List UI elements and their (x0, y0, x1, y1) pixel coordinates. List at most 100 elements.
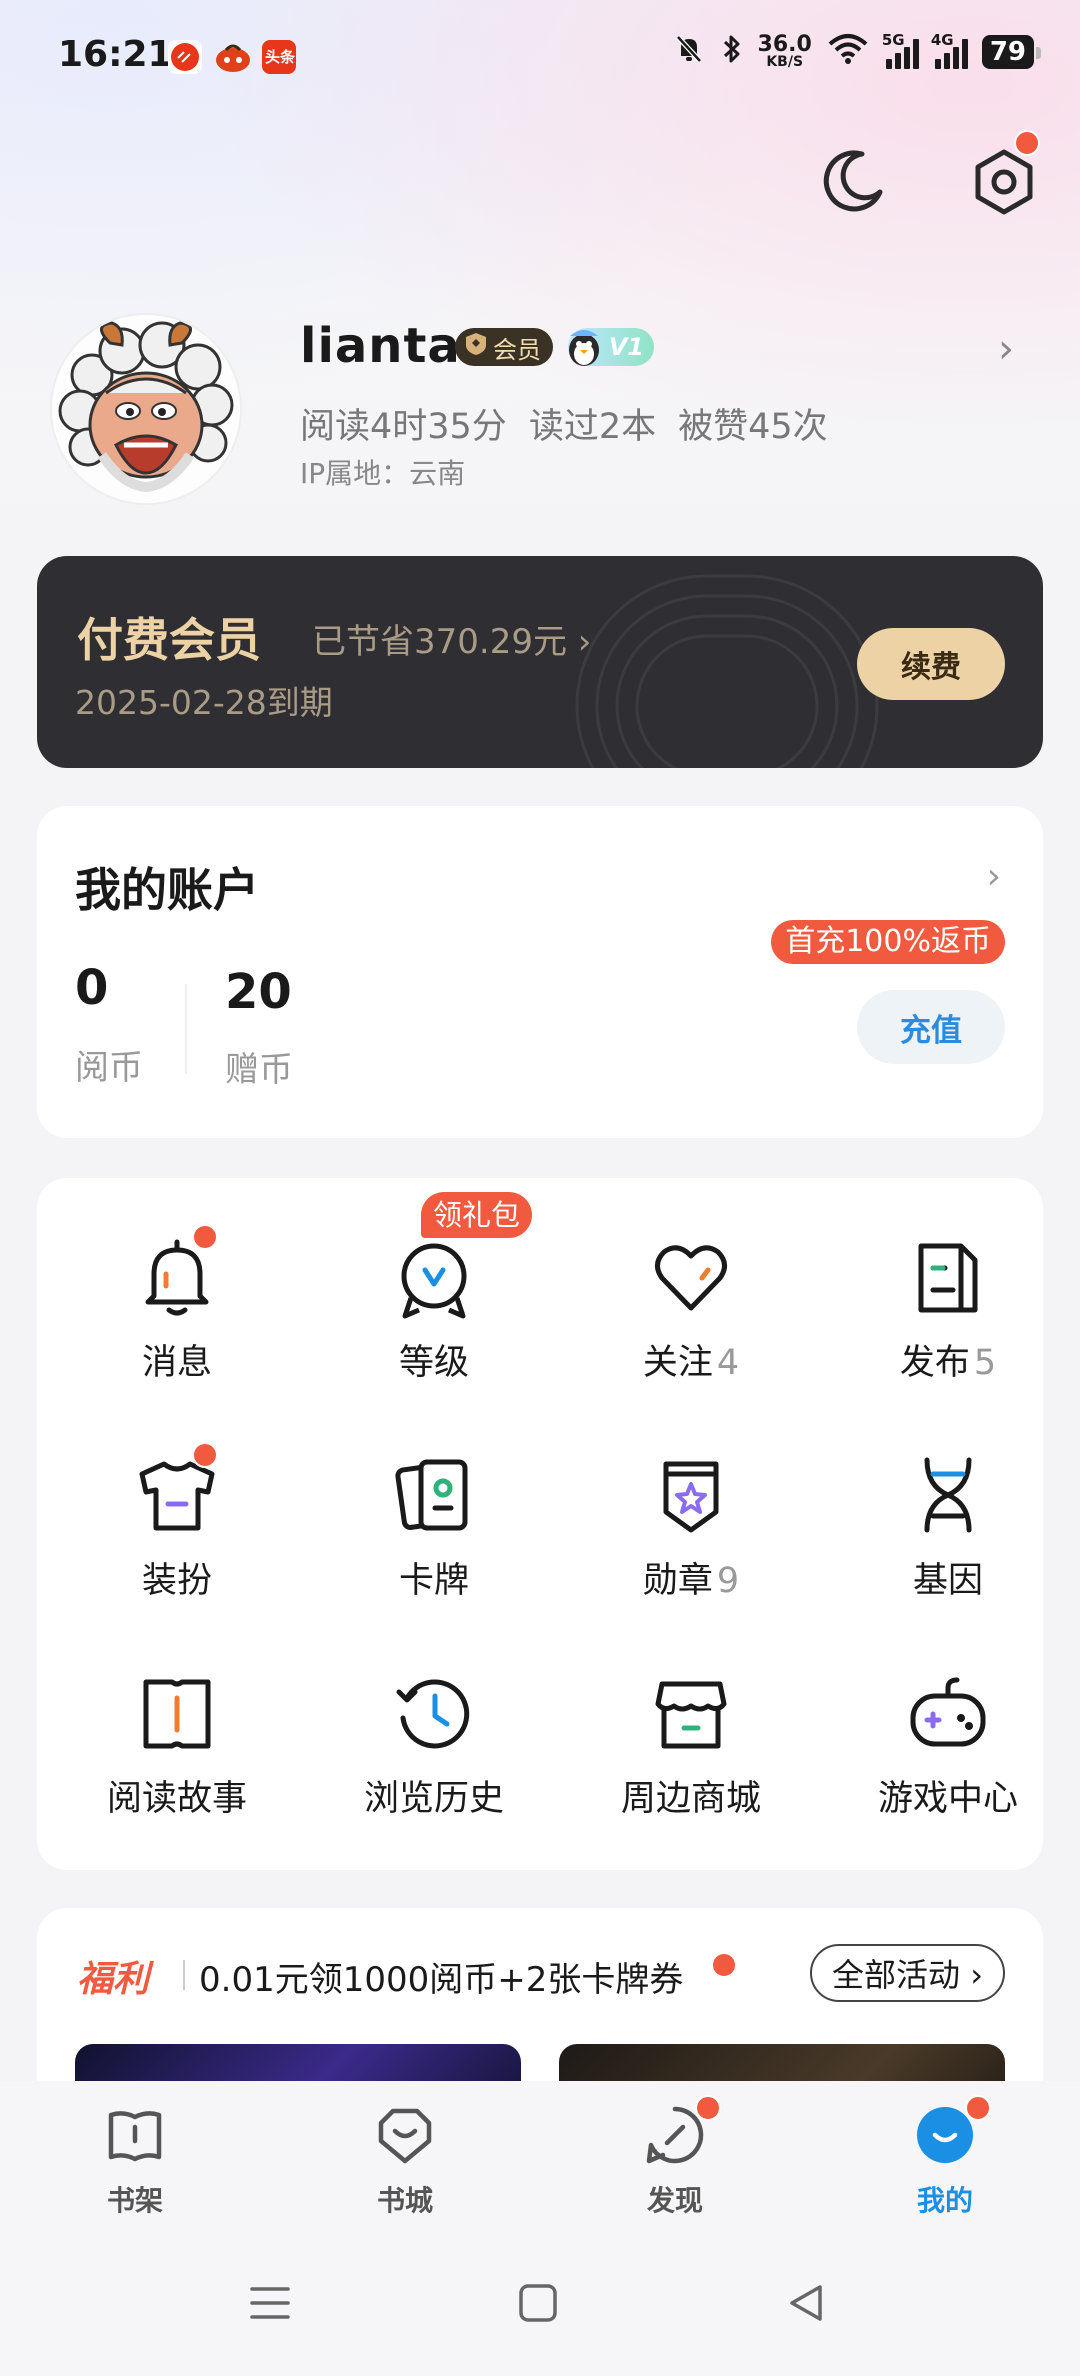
avatar[interactable] (52, 315, 240, 503)
document-icon (903, 1232, 993, 1322)
svg-text:头条: 头条 (265, 48, 296, 66)
grid-label: 勋章 9 (566, 1552, 816, 1603)
grid-item-medals[interactable]: 勋章 9 (566, 1450, 816, 1603)
vip-badge[interactable]: 会员 (455, 328, 553, 366)
net-speed-value: 36.0 (757, 31, 812, 57)
grid-label-text: 勋章 (642, 1561, 713, 1601)
first-recharge-promo[interactable]: 首充100%返币 (771, 920, 1005, 964)
dressup-badge-dot (192, 1442, 218, 1468)
grid-count: 5 (973, 1343, 997, 1383)
grid-label-text: 发布 (899, 1343, 970, 1383)
level-icon (389, 1232, 479, 1322)
profile-chevron-icon[interactable]: › (998, 326, 1014, 372)
membership-expiry: 2025-02-28到期 (75, 683, 333, 722)
shirt-icon (132, 1442, 222, 1540)
toutiao-icon: 头条 (262, 40, 296, 74)
bluetooth-icon (720, 32, 744, 71)
grid-label: 等级 (398, 1343, 469, 1383)
wifi-icon (826, 32, 870, 71)
grid-item-shop[interactable]: 周边商城 (566, 1668, 816, 1821)
grid-label: 消息 (141, 1343, 212, 1383)
renew-button[interactable]: 续费 (857, 628, 1005, 700)
level-badge[interactable]: V1 (568, 328, 654, 366)
grid-item-genes[interactable]: 基因 (823, 1450, 1073, 1603)
stat-likes: 被赞45次 (678, 407, 828, 447)
account-card: 我的账户 › 0 阅币 20 赠币 首充100%返币 充值 (37, 806, 1043, 1138)
app-notification-icon (168, 40, 202, 74)
welfare-badge-dot (711, 1952, 737, 1978)
grid-item-reading-stories[interactable]: 阅读故事 (52, 1668, 302, 1821)
bookstore-icon (378, 2108, 432, 2164)
welfare-promo-text[interactable]: 0.01元领1000阅币+2张卡牌券 (199, 1952, 683, 2001)
tab-me[interactable]: 我的 (860, 2095, 1030, 2219)
back-icon[interactable] (784, 2281, 828, 2325)
home-icon[interactable] (516, 2281, 560, 2325)
grid-item-games[interactable]: 游戏中心 (823, 1668, 1073, 1821)
bookshelf-icon (108, 2111, 162, 2162)
night-mode-icon[interactable] (818, 146, 888, 216)
settings-icon[interactable] (968, 130, 1040, 218)
grid-item-cards[interactable]: 卡牌 (309, 1450, 559, 1603)
grid-label: 发布 5 (823, 1334, 1073, 1385)
reading-stats: 阅读4时35分 读过2本 被赞45次 (300, 398, 850, 449)
grid-label: 阅读故事 (106, 1779, 247, 1819)
vip-badge-label: 会员 (493, 335, 541, 364)
status-time: 16:21 (58, 34, 173, 75)
book-icon (132, 1668, 222, 1758)
grid-label: 浏览历史 (363, 1779, 504, 1819)
account-title: 我的账户 (75, 863, 259, 917)
clock-icon (389, 1668, 479, 1758)
divider (185, 984, 187, 1074)
account-chevron-icon[interactable]: › (987, 856, 1001, 897)
grid-item-publish[interactable]: 发布 5 (823, 1232, 1073, 1385)
penguin-icon (564, 324, 604, 374)
settings-badge-dot (1014, 130, 1040, 156)
net-speed: 36.0 KB/S (757, 31, 812, 69)
cards-icon (389, 1450, 479, 1540)
tab-label: 发现 (646, 2184, 703, 2217)
feature-grid: 消息 等级 领礼包 关注 4 发布 5 装扮 卡牌 勋章 9 基因 阅读故事 浏… (37, 1178, 1043, 1870)
all-activities-button[interactable]: 全部活动 › (810, 1944, 1005, 2002)
grid-label: 卡牌 (398, 1561, 469, 1601)
grid-item-following[interactable]: 关注 4 (566, 1232, 816, 1385)
grid-item-history[interactable]: 浏览历史 (309, 1668, 559, 1821)
grid-item-dressup[interactable]: 装扮 (52, 1442, 302, 1603)
coins-label: 阅币 (75, 1048, 143, 1088)
bell-icon (132, 1224, 222, 1322)
membership-savings[interactable]: 已节省370.29元 › (312, 614, 591, 663)
bottom-nav: 书架 书城 发现 我的 (0, 2081, 1080, 2241)
gift-coins-label: 赠币 (225, 1050, 293, 1090)
status-right: 36.0 KB/S 5G 4G 79 (672, 30, 1042, 71)
heart-icon (646, 1232, 736, 1322)
recharge-button[interactable]: 充值 (857, 990, 1005, 1064)
signal-5g-label: 5G (881, 30, 905, 49)
tab-bookshelf[interactable]: 书架 (50, 2103, 220, 2219)
vip-shield-icon (465, 332, 487, 362)
grid-label: 装扮 (141, 1561, 212, 1601)
tab-discover[interactable]: 发现 (590, 2095, 760, 2219)
signal-4g-label: 4G (930, 30, 954, 49)
gift-coins-value[interactable]: 20 (225, 964, 292, 1020)
ip-location: IP属地：云南 (300, 457, 466, 490)
membership-title: 付费会员 (77, 613, 261, 667)
grid-label: 基因 (912, 1561, 983, 1601)
username[interactable]: lianta (300, 318, 461, 374)
grid-label: 关注 4 (566, 1334, 816, 1385)
battery-indicator: 79 (981, 34, 1042, 69)
grid-label-text: 关注 (642, 1343, 713, 1383)
messages-badge-dot (192, 1224, 218, 1250)
tab-label: 我的 (916, 2184, 973, 2217)
menu-icon[interactable] (248, 2281, 292, 2325)
grid-item-messages[interactable]: 消息 (52, 1224, 302, 1385)
signal-5g-icon: 5G (882, 31, 919, 69)
membership-card[interactable]: 付费会员 已节省370.29元 › 2025-02-28到期 续费 (37, 556, 1043, 768)
medal-icon (646, 1450, 736, 1540)
tab-label: 书城 (376, 2184, 433, 2217)
tab-bookstore[interactable]: 书城 (320, 2103, 490, 2219)
store-icon (646, 1668, 736, 1758)
stat-books-read: 读过2本 (528, 407, 657, 447)
welfare-divider (183, 1960, 185, 1990)
grid-item-level[interactable]: 等级 (309, 1232, 559, 1385)
gift-pack-badge[interactable]: 领礼包 (421, 1192, 533, 1238)
level-badge-label: V1 (608, 333, 644, 361)
